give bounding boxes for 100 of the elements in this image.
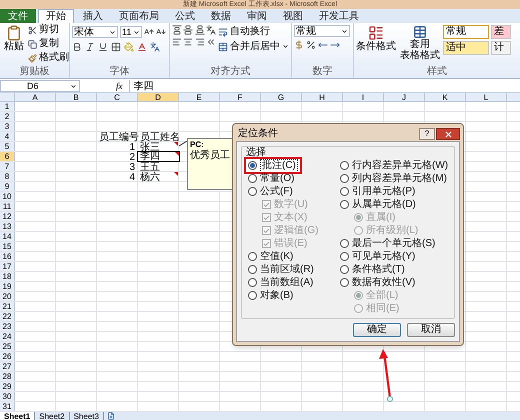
font-color-icon[interactable] bbox=[137, 42, 147, 52]
radio-button[interactable] bbox=[248, 187, 257, 196]
wrap-text-button[interactable]: 自动换行 bbox=[218, 25, 289, 38]
column-header[interactable]: I bbox=[343, 93, 384, 101]
row-header[interactable]: 16 bbox=[0, 252, 15, 261]
formula-field[interactable]: 李四 bbox=[128, 80, 520, 92]
shrink-font-icon[interactable] bbox=[156, 27, 166, 37]
column-header[interactable]: G bbox=[261, 93, 302, 101]
dialog-button[interactable]: 确定 bbox=[353, 323, 401, 337]
radio-button[interactable] bbox=[248, 252, 257, 261]
ribbon-tab[interactable]: 审阅 bbox=[240, 9, 274, 23]
row-header[interactable]: 28 bbox=[0, 372, 15, 381]
radio-button[interactable] bbox=[248, 278, 257, 287]
column-header[interactable]: F bbox=[220, 93, 261, 101]
cell-style[interactable]: 差 bbox=[491, 25, 511, 39]
ribbon-tab[interactable]: 开发工具 bbox=[312, 9, 366, 23]
row-header[interactable]: 26 bbox=[0, 352, 15, 361]
row-header[interactable]: 24 bbox=[0, 332, 15, 341]
row-header[interactable]: 22 bbox=[0, 312, 15, 321]
row-header[interactable]: 27 bbox=[0, 362, 15, 371]
column-header[interactable]: L bbox=[466, 93, 507, 101]
currency-icon[interactable] bbox=[294, 40, 304, 50]
ribbon-tab[interactable]: 数据 bbox=[204, 9, 238, 23]
row-header[interactable]: 25 bbox=[0, 342, 15, 351]
cell-style[interactable]: 常规 bbox=[443, 25, 489, 39]
row-header[interactable]: 21 bbox=[0, 302, 15, 311]
row-header[interactable]: 9 bbox=[0, 182, 15, 191]
insert-function-button[interactable]: fx bbox=[110, 80, 128, 92]
align-left-icon[interactable] bbox=[172, 37, 182, 47]
clipboard-button[interactable]: 复制 bbox=[28, 37, 69, 51]
row-header[interactable]: 29 bbox=[0, 382, 15, 391]
row-header[interactable]: 17 bbox=[0, 262, 15, 271]
row-header[interactable]: 15 bbox=[0, 242, 15, 251]
ribbon-tab[interactable]: 插入 bbox=[76, 9, 110, 23]
help-button[interactable]: ? bbox=[419, 128, 435, 140]
row-header[interactable]: 8 bbox=[0, 172, 15, 181]
number-format-field[interactable]: 常规 bbox=[294, 25, 350, 37]
column-header[interactable]: H bbox=[302, 93, 343, 101]
column-header[interactable]: K bbox=[425, 93, 466, 101]
dialog-button[interactable]: 取消 bbox=[407, 323, 455, 337]
clipboard-button[interactable]: 格式刷 bbox=[28, 51, 69, 65]
new-sheet-icon[interactable] bbox=[106, 412, 115, 420]
grow-font-icon[interactable] bbox=[144, 27, 154, 37]
cell-style[interactable]: 适中 bbox=[443, 41, 489, 55]
radio-button[interactable] bbox=[340, 239, 349, 248]
bold-icon[interactable] bbox=[72, 42, 82, 52]
cell-style[interactable]: 计 bbox=[491, 41, 511, 55]
row-header[interactable]: 3 bbox=[0, 122, 15, 131]
align-middle-icon[interactable] bbox=[183, 25, 194, 35]
radio-button[interactable] bbox=[340, 187, 349, 196]
radio-button[interactable] bbox=[248, 291, 257, 300]
font-name-field[interactable]: 宋体 bbox=[72, 26, 118, 38]
row-header[interactable]: 4 bbox=[0, 132, 15, 141]
radio-button[interactable] bbox=[340, 278, 349, 287]
row-header[interactable]: 6 bbox=[0, 152, 15, 161]
align-right-icon[interactable] bbox=[194, 37, 204, 47]
row-header[interactable]: 7 bbox=[0, 162, 15, 171]
align-top-icon[interactable] bbox=[172, 25, 182, 35]
align-bottom-icon[interactable] bbox=[194, 25, 204, 35]
row-header[interactable]: 30 bbox=[0, 392, 15, 401]
align-center-icon[interactable] bbox=[183, 37, 194, 47]
font-size-field[interactable]: 11 bbox=[120, 26, 142, 38]
paste-button[interactable]: 粘贴 bbox=[2, 23, 26, 66]
column-header[interactable]: J bbox=[384, 93, 425, 101]
row-header[interactable]: 10 bbox=[0, 192, 15, 201]
row-header[interactable]: 14 bbox=[0, 232, 15, 241]
radio-button[interactable] bbox=[248, 161, 257, 170]
percent-icon[interactable] bbox=[306, 40, 316, 50]
ribbon-tab[interactable]: 公式 bbox=[168, 9, 202, 23]
row-header[interactable]: 5 bbox=[0, 142, 15, 151]
italic-icon[interactable] bbox=[85, 42, 95, 52]
row-header[interactable]: 13 bbox=[0, 222, 15, 231]
close-button[interactable] bbox=[436, 128, 460, 140]
radio-button[interactable] bbox=[340, 265, 349, 274]
row-header[interactable]: 20 bbox=[0, 292, 15, 301]
radio-button[interactable] bbox=[248, 265, 257, 274]
row-header[interactable]: 18 bbox=[0, 272, 15, 281]
radio-button[interactable] bbox=[248, 174, 257, 183]
radio-button[interactable] bbox=[340, 252, 349, 261]
row-header[interactable]: 11 bbox=[0, 202, 15, 211]
column-header[interactable]: E bbox=[179, 93, 220, 101]
column-header[interactable]: B bbox=[56, 93, 97, 101]
ribbon-tab[interactable]: 页面布局 bbox=[112, 9, 166, 23]
row-header[interactable]: 23 bbox=[0, 322, 15, 331]
ribbon-tab[interactable]: 文件 bbox=[0, 9, 36, 23]
radio-button[interactable] bbox=[340, 174, 349, 183]
ribbon-tab[interactable]: 视图 bbox=[276, 9, 310, 23]
radio-button[interactable] bbox=[340, 200, 349, 209]
clipboard-button[interactable]: 剪切 bbox=[28, 23, 69, 37]
table-format-button[interactable]: 套用 表格格式 bbox=[399, 25, 441, 66]
name-box[interactable]: D6 bbox=[0, 80, 80, 92]
column-header[interactable]: D bbox=[138, 93, 179, 101]
row-header[interactable]: 1 bbox=[0, 102, 15, 111]
ribbon-tab[interactable]: 开始 bbox=[38, 9, 74, 23]
conditional-format-button[interactable]: 条件格式 bbox=[355, 25, 397, 66]
column-header[interactable]: A bbox=[15, 93, 56, 101]
border-icon[interactable] bbox=[111, 42, 121, 52]
row-header[interactable]: 31 bbox=[0, 402, 15, 411]
merge-center-button[interactable]: 合并后居中 bbox=[218, 40, 289, 53]
underline-icon[interactable] bbox=[98, 42, 108, 52]
